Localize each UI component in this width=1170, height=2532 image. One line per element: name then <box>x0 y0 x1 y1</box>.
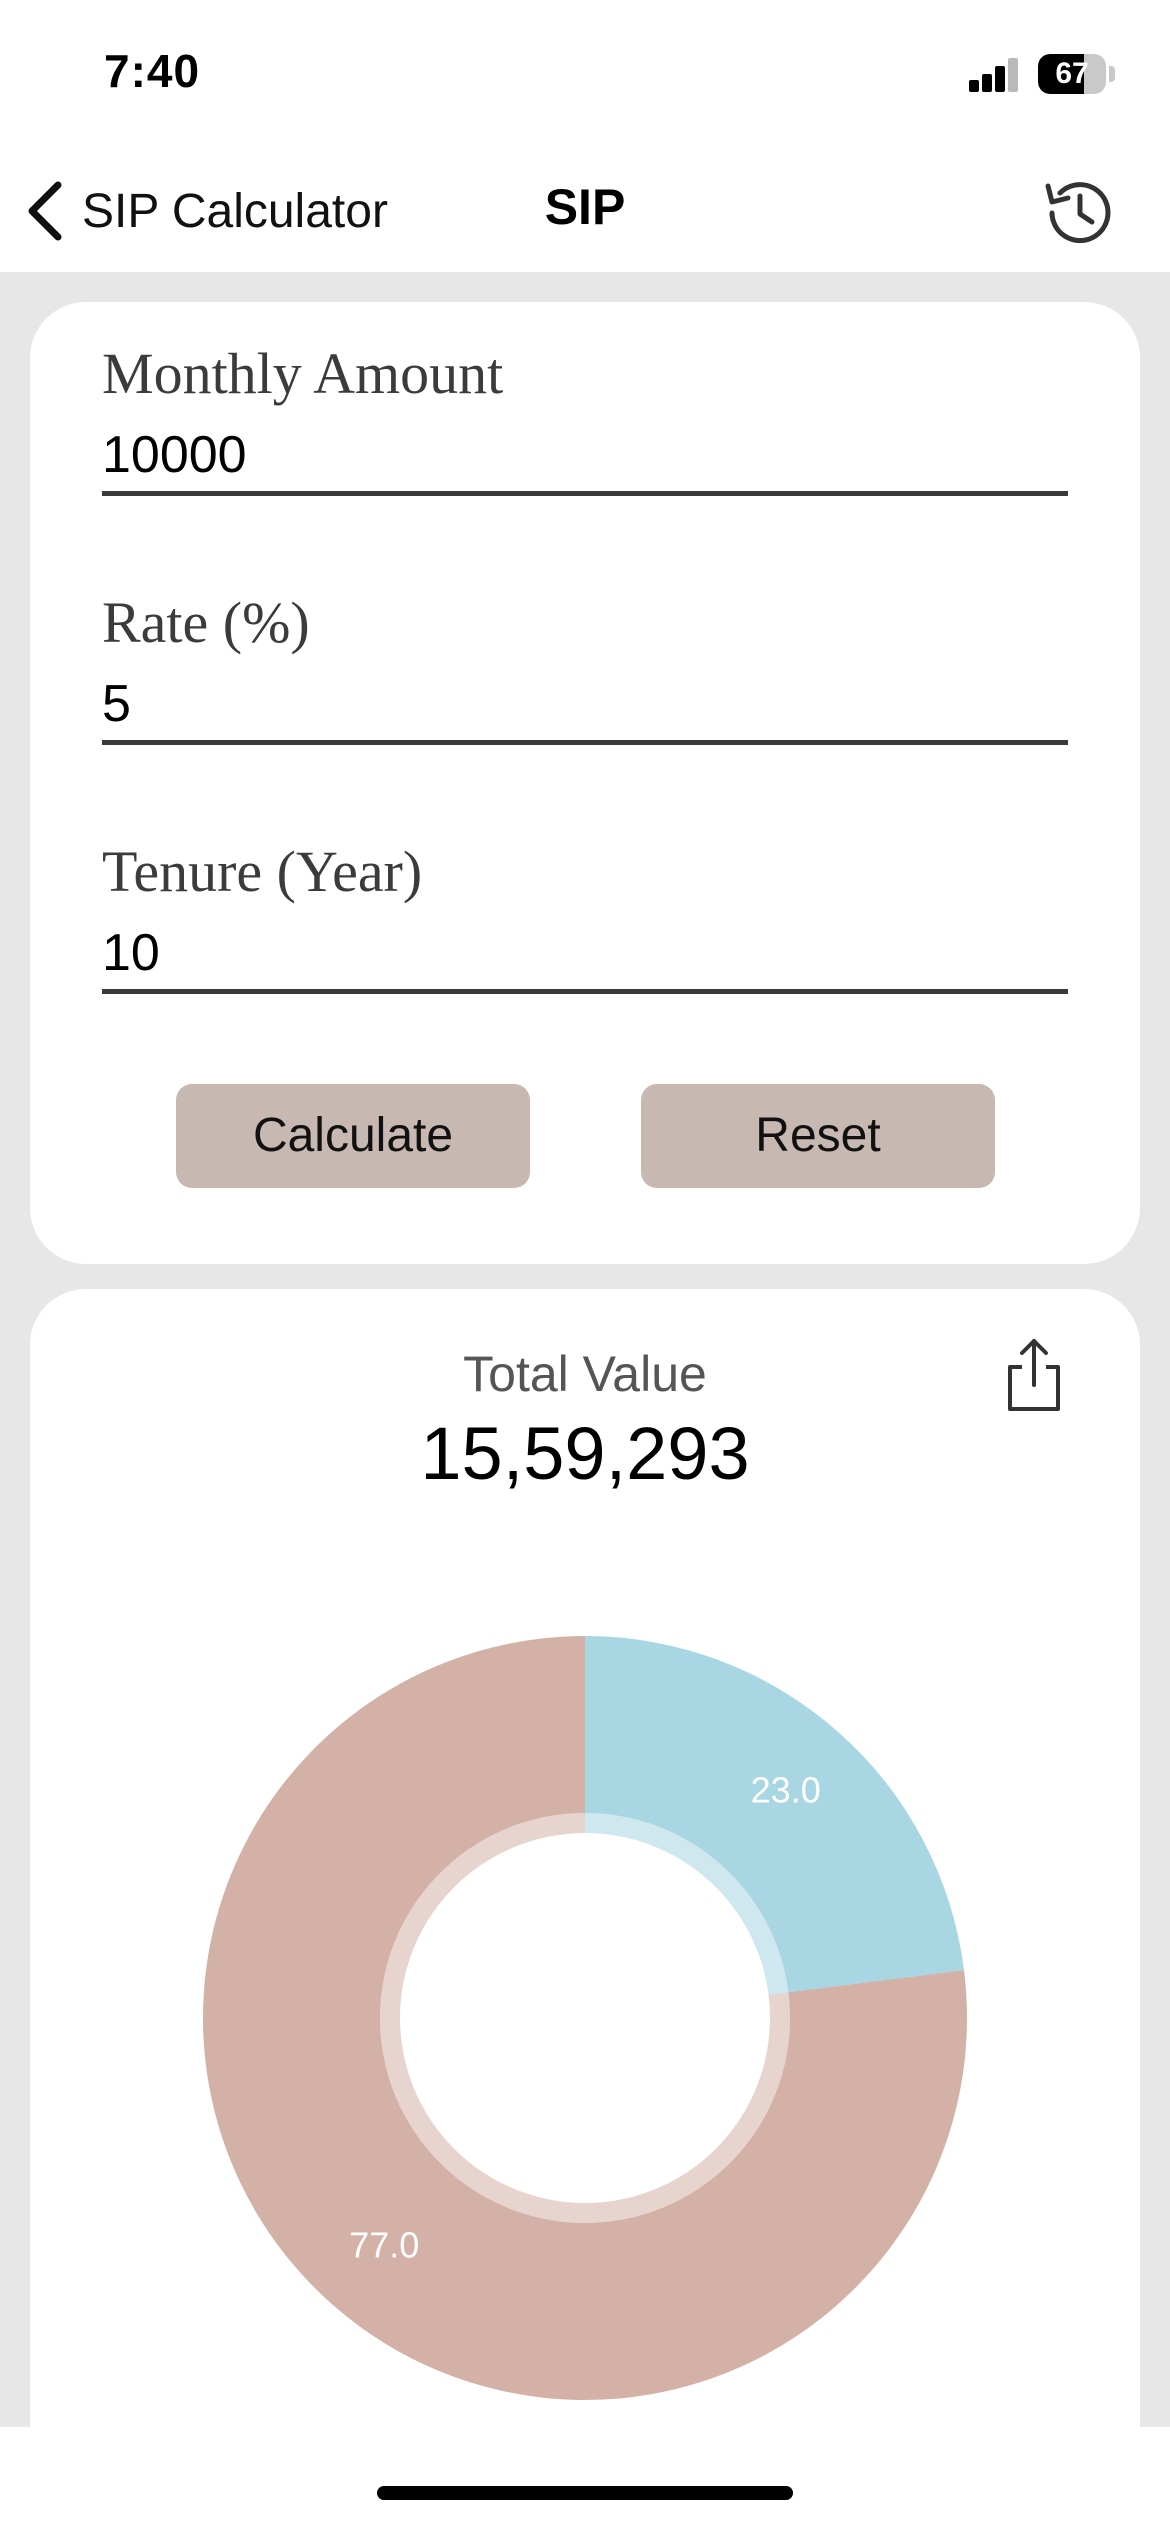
navigation-bar: SIP Calculator SIP <box>0 150 1170 272</box>
main-content: Monthly Amount Rate (%) Tenure (Year) Ca… <box>0 272 1170 2427</box>
sip-form-card: Monthly Amount Rate (%) Tenure (Year) Ca… <box>30 302 1140 1264</box>
home-area <box>0 2427 1170 2532</box>
tenure-underline <box>102 989 1068 994</box>
battery-percent: 67 <box>1055 57 1089 90</box>
tenure-label: Tenure (Year) <box>102 839 423 904</box>
page-title: SIP <box>544 179 626 235</box>
donut-chart: 23.0 77.0 <box>202 1636 967 2400</box>
donut-slice-label-1: 77.0 <box>349 2225 419 2266</box>
rate-label: Rate (%) <box>102 590 310 655</box>
donut-slice-0 <box>585 1636 964 1993</box>
rate-input[interactable] <box>102 670 1068 738</box>
battery-tip <box>1109 66 1115 82</box>
history-icon <box>1045 182 1111 244</box>
monthly-amount-field: Monthly Amount <box>102 340 1068 496</box>
history-button[interactable] <box>1038 172 1120 254</box>
home-indicator <box>377 2486 793 2500</box>
result-card: Total Value 15,59,293 23.0 77.0 <box>30 1289 1140 2427</box>
donut-slice-label-0: 23.0 <box>751 1769 821 1810</box>
rate-underline <box>102 740 1068 745</box>
signal-icon <box>969 56 1019 92</box>
battery-icon: 67 <box>1038 54 1106 94</box>
status-bar: 7:40 67 <box>0 0 1170 150</box>
monthly-amount-label: Monthly Amount <box>102 341 504 406</box>
reset-button[interactable]: Reset <box>641 1084 995 1188</box>
monthly-amount-underline <box>102 491 1068 496</box>
status-time: 7:40 <box>104 45 201 97</box>
tenure-field: Tenure (Year) <box>102 838 1068 994</box>
calculate-button[interactable]: Calculate <box>176 1084 530 1188</box>
rate-field: Rate (%) <box>102 589 1068 745</box>
monthly-amount-input[interactable] <box>102 421 1068 489</box>
tenure-input[interactable] <box>102 919 1068 987</box>
